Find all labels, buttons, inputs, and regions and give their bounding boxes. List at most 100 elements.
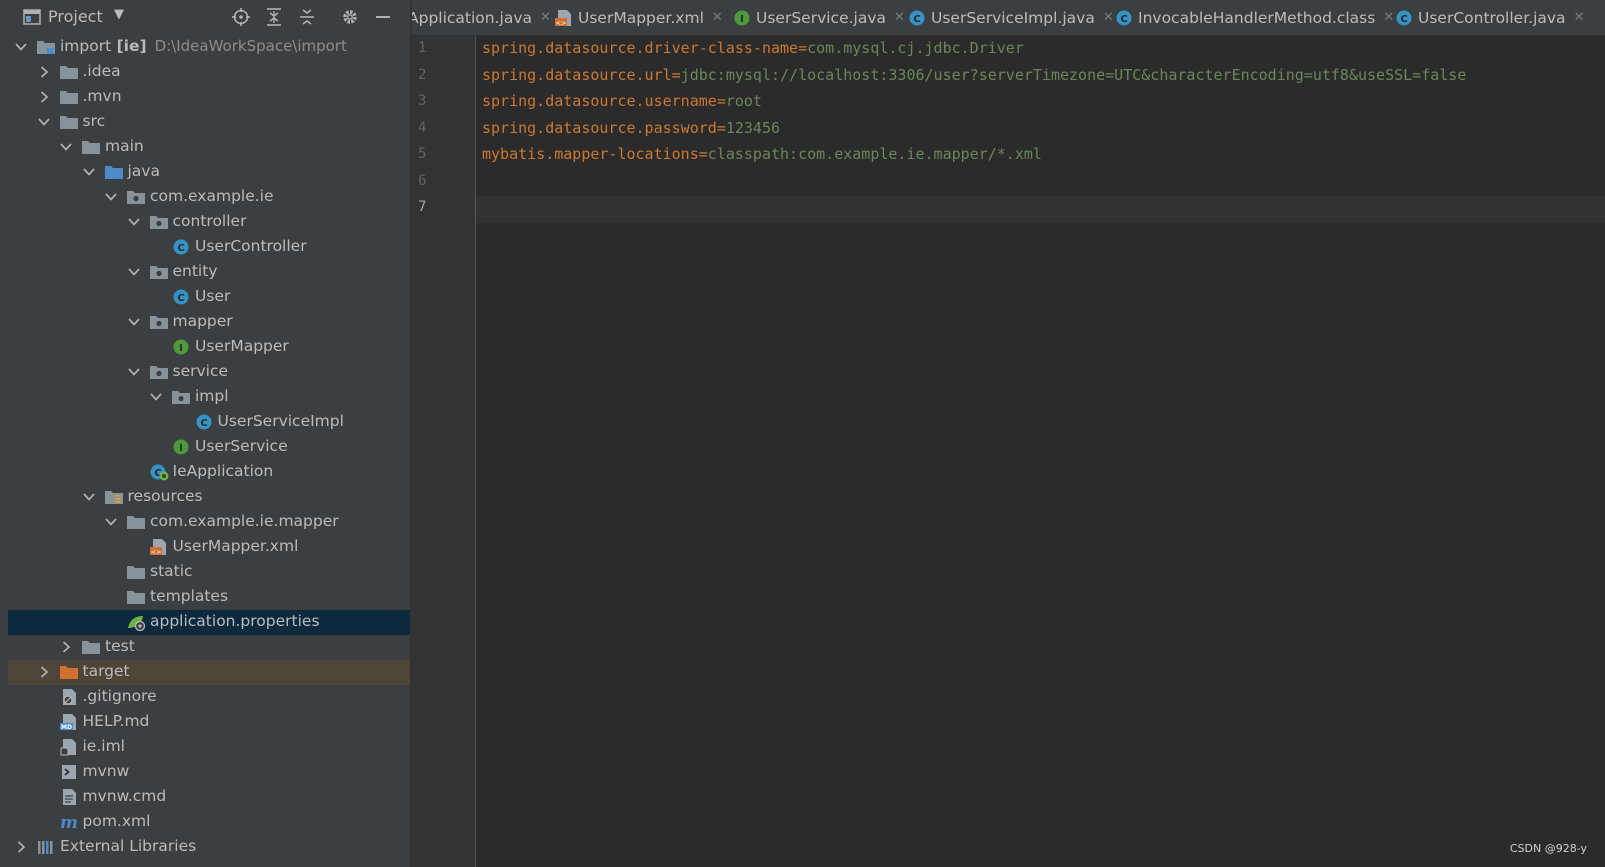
tree-item-usermapper[interactable]: I UserMapper: [8, 335, 410, 360]
tree-item-application-properties[interactable]: application.properties: [8, 610, 410, 635]
chevron-right-icon[interactable]: [14, 840, 28, 854]
close-icon[interactable]: ✕: [712, 10, 723, 25]
tree-item-controller[interactable]: controller: [8, 210, 410, 235]
tree-item-pom-xml[interactable]: m pom.xml: [8, 810, 410, 835]
property-value: classpath:com.example.ie.mapper/*.xml: [707, 145, 1042, 163]
tree-item-service[interactable]: service: [8, 360, 410, 385]
tree-item-target[interactable]: target: [8, 660, 410, 685]
tree-item-test[interactable]: test: [8, 635, 410, 660]
collapse-all-icon[interactable]: [296, 6, 318, 28]
chevron-right-icon[interactable]: [59, 640, 73, 654]
tree-item-static[interactable]: static: [8, 560, 410, 585]
tab-label: UserMapper.xml: [578, 8, 704, 27]
tree-item-main[interactable]: main: [8, 135, 410, 160]
tree-item-com-example-ie[interactable]: com.example.ie: [8, 185, 410, 210]
close-icon[interactable]: ✕: [894, 10, 905, 25]
tree-item-entity[interactable]: entity: [8, 260, 410, 285]
gear-icon[interactable]: [339, 6, 361, 28]
tree-item-impl[interactable]: impl: [8, 385, 410, 410]
tree-item-label: main: [105, 137, 144, 155]
tree-item-ieapplication[interactable]: C IeApplication: [8, 460, 410, 485]
svg-text:C: C: [1120, 14, 1127, 25]
package-icon: [149, 213, 169, 231]
source-folder-icon: [104, 163, 124, 181]
tab-label: UserServiceImpl.java: [931, 8, 1095, 27]
tree-item-label: service: [172, 362, 229, 380]
svg-text:<>: <>: [556, 19, 567, 27]
tree-item-external-libraries[interactable]: External Libraries: [8, 835, 410, 860]
chevron-down-icon[interactable]: [127, 365, 141, 379]
tree-item-templates[interactable]: templates: [8, 585, 410, 610]
tree-item-gitignore[interactable]: .gitignore: [8, 685, 410, 710]
tree-item-src[interactable]: src: [8, 110, 410, 135]
svg-text:I: I: [179, 443, 183, 454]
close-icon[interactable]: ✕: [1383, 10, 1394, 25]
chevron-right-icon[interactable]: [37, 90, 51, 104]
tab-usermapper-xml[interactable]: <> UserMapper.xml ✕: [554, 0, 723, 35]
tree-item-resources[interactable]: resources: [8, 485, 410, 510]
tree-item-usermapper-xml[interactable]: <> UserMapper.xml: [8, 535, 410, 560]
chevron-down-icon[interactable]: [127, 265, 141, 279]
chevron-down-icon[interactable]: [82, 165, 96, 179]
tree-item-userserviceimpl[interactable]: C UserServiceImpl: [8, 410, 410, 435]
line-number: 6: [418, 172, 427, 189]
folder-icon: [59, 88, 79, 106]
property-key: spring.datasource.url: [482, 65, 672, 84]
chevron-down-icon[interactable]: [127, 315, 141, 329]
close-icon[interactable]: ✕: [1103, 10, 1114, 25]
tree-item-idea[interactable]: .idea: [8, 60, 410, 85]
expand-all-icon[interactable]: [263, 6, 285, 28]
tree-item-com-example-ie-mapper[interactable]: com.example.ie.mapper: [8, 510, 410, 535]
chevron-right-icon[interactable]: [37, 665, 51, 679]
tree-item-mapper[interactable]: mapper: [8, 310, 410, 335]
shell-file-icon: [59, 763, 79, 781]
tree-item-usercontroller[interactable]: C UserController: [8, 235, 410, 260]
tab-userserviceimpl-java[interactable]: C UserServiceImpl.java ✕: [907, 0, 1114, 35]
tab-invocablehandlermethod-class[interactable]: C InvocableHandlerMethod.class ✕: [1114, 0, 1394, 35]
chevron-right-icon[interactable]: [37, 65, 51, 79]
locate-file-icon[interactable]: [230, 6, 252, 28]
tree-item-user[interactable]: C User: [8, 285, 410, 310]
svg-text:C: C: [913, 14, 920, 25]
tab-usercontroller-java[interactable]: C UserController.java ✕: [1394, 0, 1584, 35]
close-icon[interactable]: ✕: [1574, 10, 1585, 25]
property-key: spring.datasource.password: [482, 118, 717, 137]
tree-item-help-md[interactable]: MD HELP.md: [8, 710, 410, 735]
property-separator: =: [671, 65, 681, 84]
chevron-down-icon[interactable]: [14, 40, 28, 54]
code-editor[interactable]: spring.datasource.driver-class-name=com.…: [476, 36, 1605, 867]
close-icon[interactable]: ✕: [540, 10, 551, 25]
chevron-down-icon[interactable]: [104, 190, 118, 204]
chevron-down-icon[interactable]: [149, 390, 163, 404]
chevron-down-icon[interactable]: [59, 140, 73, 154]
chevron-down-icon[interactable]: [37, 115, 51, 129]
tree-item-label: mapper: [172, 312, 233, 330]
tab-userservice-java[interactable]: I UserService.java ✕: [732, 0, 905, 35]
tree-item-userservice[interactable]: I UserService: [8, 435, 410, 460]
tree-item-import[interactable]: import [ie] D:\IdeaWorkSpace\import: [8, 35, 410, 60]
property-key: spring.datasource.driver-class-name: [482, 39, 799, 57]
editor-tabs: Application.java ✕ <> UserMapper.xml ✕ I UserS…: [412, 0, 1605, 36]
tree-item-ie-iml[interactable]: ie.iml: [8, 735, 410, 760]
spring-class-icon: C: [149, 463, 169, 481]
tree-item-mvnw-cmd[interactable]: mvnw.cmd: [8, 785, 410, 810]
tab-application-java[interactable]: Application.java ✕: [412, 0, 551, 35]
minimize-icon[interactable]: [372, 6, 394, 28]
tree-item-java[interactable]: java: [8, 160, 410, 185]
code-line: mybatis.mapper-locations=classpath:com.e…: [482, 145, 1042, 163]
tree-item-mvnw[interactable]: mvnw: [8, 760, 410, 785]
class-icon: C: [1114, 9, 1132, 27]
libraries-icon: [36, 838, 56, 856]
tree-item-mvn[interactable]: .mvn: [8, 85, 410, 110]
tree-item-label: UserMapper.xml: [172, 537, 299, 555]
chevron-down-icon[interactable]: [127, 215, 141, 229]
line-number: 2: [418, 66, 427, 83]
chevron-down-icon[interactable]: [104, 515, 118, 529]
chevron-down-icon[interactable]: ▼: [114, 7, 124, 22]
class-icon: C: [1394, 9, 1412, 27]
chevron-down-icon[interactable]: [82, 490, 96, 504]
project-view-selector[interactable]: Project: [48, 7, 103, 26]
tree-item-label: entity: [172, 262, 218, 280]
tree-item-label: java: [127, 162, 160, 180]
package-icon: [149, 313, 169, 331]
